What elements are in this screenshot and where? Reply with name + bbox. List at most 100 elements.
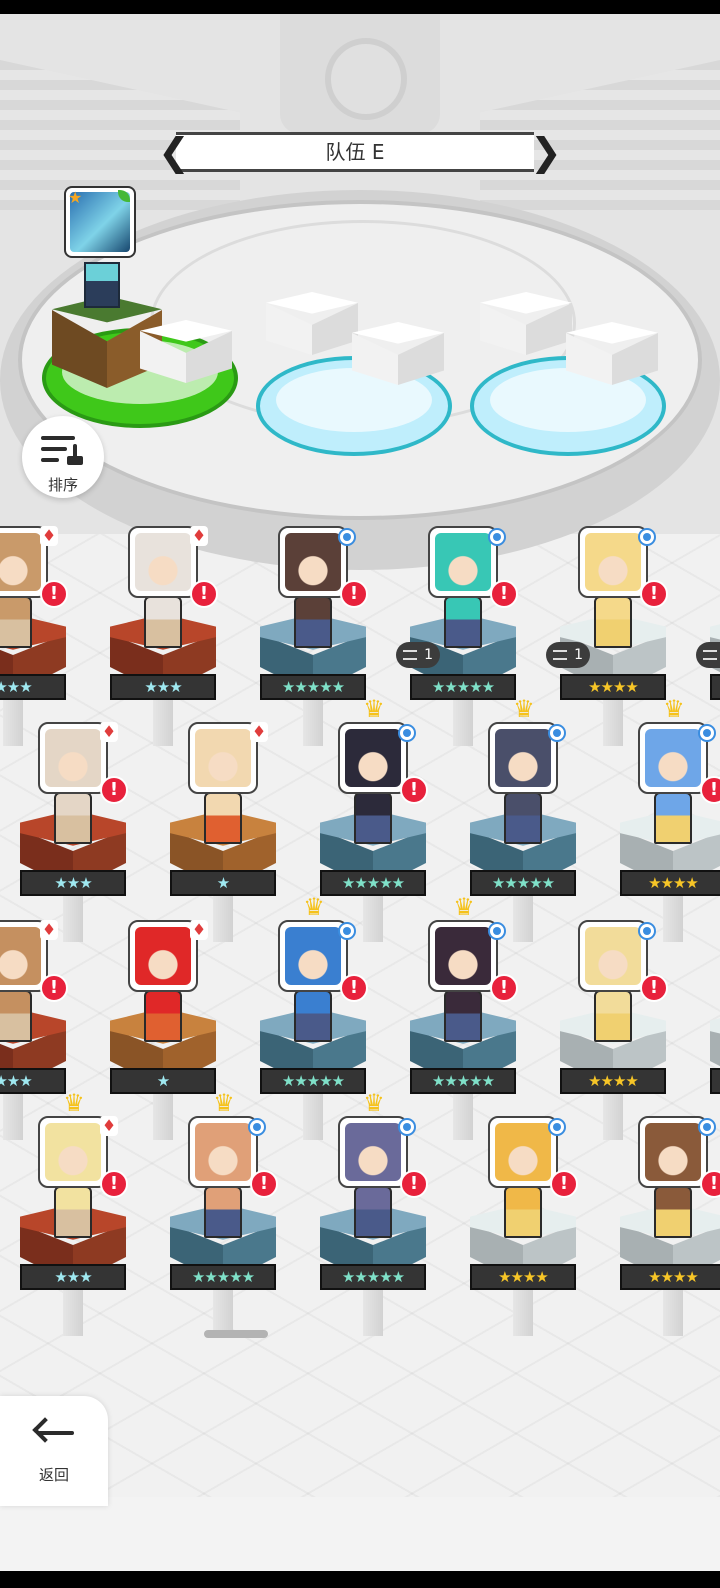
hero-face <box>435 533 491 591</box>
hero-face <box>495 1123 551 1181</box>
hero-sprite <box>144 596 182 648</box>
hero-sprite <box>204 792 242 844</box>
hero-unit[interactable]: ★★★★! 1 <box>546 526 668 746</box>
hero-unit[interactable]: ★★★★★! ♛ <box>318 1091 428 1336</box>
alert-icon: ! <box>700 1170 720 1198</box>
hero-sprite <box>354 1186 392 1238</box>
card-stack-icon <box>703 650 717 660</box>
slot-2-front-block <box>352 322 444 394</box>
star-rating: ★★★ <box>20 1264 126 1290</box>
alert-icon: ! <box>100 1170 128 1198</box>
crown-icon: ♛ <box>213 1089 235 1117</box>
next-team-button[interactable]: ❯ <box>530 130 562 174</box>
hero-unit[interactable]: ★ ♦ <box>168 722 278 942</box>
slot-2-back-block <box>266 292 358 364</box>
red-suit-icon: ♦ <box>100 722 118 742</box>
star-rating: ★★★★ <box>560 1068 666 1094</box>
alert-icon: ! <box>100 776 128 804</box>
hero-face <box>195 729 251 787</box>
star-rating: ★★★★ <box>710 674 720 700</box>
hero-unit[interactable]: ★★★ ♦! <box>0 526 68 746</box>
crown-icon: ♛ <box>63 1089 85 1117</box>
hero-face <box>345 729 401 787</box>
star-rating: ★★★ <box>0 1068 66 1094</box>
card-stack-icon <box>403 650 417 660</box>
red-suit-icon: ♦ <box>190 526 208 546</box>
crown-icon: ♛ <box>363 695 385 723</box>
team-member-card[interactable]: ★ <box>64 186 136 258</box>
hero-unit[interactable]: ★ ♦ <box>108 920 218 1140</box>
star-rating: ★★★★ <box>620 870 720 896</box>
star-rating: ★★★★ <box>560 674 666 700</box>
hero-face <box>645 1123 701 1181</box>
hero-unit[interactable]: ★★★★★! ♛ <box>318 697 428 942</box>
star-rating: ★★★★ <box>470 1264 576 1290</box>
hero-unit[interactable]: ★★★★ 1 <box>696 526 720 736</box>
blue-gem-icon <box>398 724 416 742</box>
hero-sprite <box>504 1186 542 1238</box>
hero-portrait <box>38 722 108 794</box>
hero-sprite <box>204 1186 242 1238</box>
hero-unit[interactable]: ★★★★★! <box>258 526 368 746</box>
hero-face <box>45 1123 101 1181</box>
hero-unit[interactable]: ★★★★ <box>708 920 720 1130</box>
star-rating: ★★★★ <box>620 1264 720 1290</box>
hero-face <box>135 927 191 985</box>
hero-unit[interactable]: ★★★ ♦! <box>108 526 218 746</box>
team-member-sprite <box>84 262 120 308</box>
rank-star-icon: ★ <box>68 188 83 207</box>
star-rating: ★ <box>110 1068 216 1094</box>
star-rating: ★★★★★ <box>410 1068 516 1094</box>
hero-face <box>285 927 341 985</box>
blue-gem-icon <box>398 1118 416 1136</box>
blue-gem-icon <box>548 724 566 742</box>
hero-face <box>495 729 551 787</box>
sort-icon <box>41 436 85 466</box>
alert-icon: ! <box>640 974 668 1002</box>
star-rating: ★★★★ <box>710 1068 720 1094</box>
alert-icon: ! <box>490 974 518 1002</box>
hero-sprite <box>294 990 332 1042</box>
star-rating: ★ <box>170 870 276 896</box>
hero-face <box>135 533 191 591</box>
hero-unit[interactable]: ★★★★! <box>558 920 668 1140</box>
hero-sprite <box>504 792 542 844</box>
hero-unit[interactable]: ★★★★★! ♛ <box>168 1091 278 1336</box>
alert-icon: ! <box>640 580 668 608</box>
hero-unit[interactable]: ★★★★★ ♛ <box>468 697 578 942</box>
star-rating: ★★★★★ <box>260 1068 366 1094</box>
scroll-handle[interactable] <box>204 1330 268 1338</box>
copy-count-badge: 1 <box>696 642 720 668</box>
hero-portrait <box>128 920 198 992</box>
sort-button[interactable]: 排序 <box>22 416 104 498</box>
hero-unit[interactable]: ★★★★! <box>468 1116 578 1336</box>
blue-gem-icon <box>488 922 506 940</box>
hero-unit[interactable]: ★★★★★! ♛ <box>408 895 518 1140</box>
star-rating: ★★★ <box>110 674 216 700</box>
hero-sprite <box>54 1186 92 1238</box>
status-bar <box>0 0 720 14</box>
hero-face <box>0 533 41 591</box>
hero-unit[interactable]: ★★★★★! 1 <box>396 526 518 746</box>
hero-unit[interactable]: ★★★ ♦! <box>18 722 128 942</box>
copy-count-badge: 1 <box>396 642 440 668</box>
alert-icon: ! <box>40 974 68 1002</box>
team-selector: ❮ 队伍 E ❯ <box>158 130 562 174</box>
hero-unit[interactable]: ★★★★! <box>618 1116 720 1336</box>
hero-face <box>45 729 101 787</box>
crown-icon: ♛ <box>513 695 535 723</box>
hero-unit[interactable]: ★★★ ♦! ♛ <box>18 1091 128 1336</box>
hero-face <box>645 729 701 787</box>
blue-gem-icon <box>638 922 656 940</box>
alert-icon: ! <box>250 1170 278 1198</box>
back-button[interactable]: 返回 <box>0 1396 108 1506</box>
hero-unit[interactable]: ★★★★★! ♛ <box>258 895 368 1140</box>
hero-unit[interactable]: ★★★★! ♛ <box>618 697 720 942</box>
hero-sprite <box>444 990 482 1042</box>
copy-count: 1 <box>574 647 583 663</box>
crown-icon: ♛ <box>303 893 325 921</box>
sort-label: 排序 <box>47 476 78 494</box>
alert-icon: ! <box>40 580 68 608</box>
game-screen: ★ ❮ 队伍 E ❯ ★★★♦!★★★♦!★★★★★!★★★★★!1★★★★!1… <box>0 0 720 1588</box>
alert-icon: ! <box>400 1170 428 1198</box>
